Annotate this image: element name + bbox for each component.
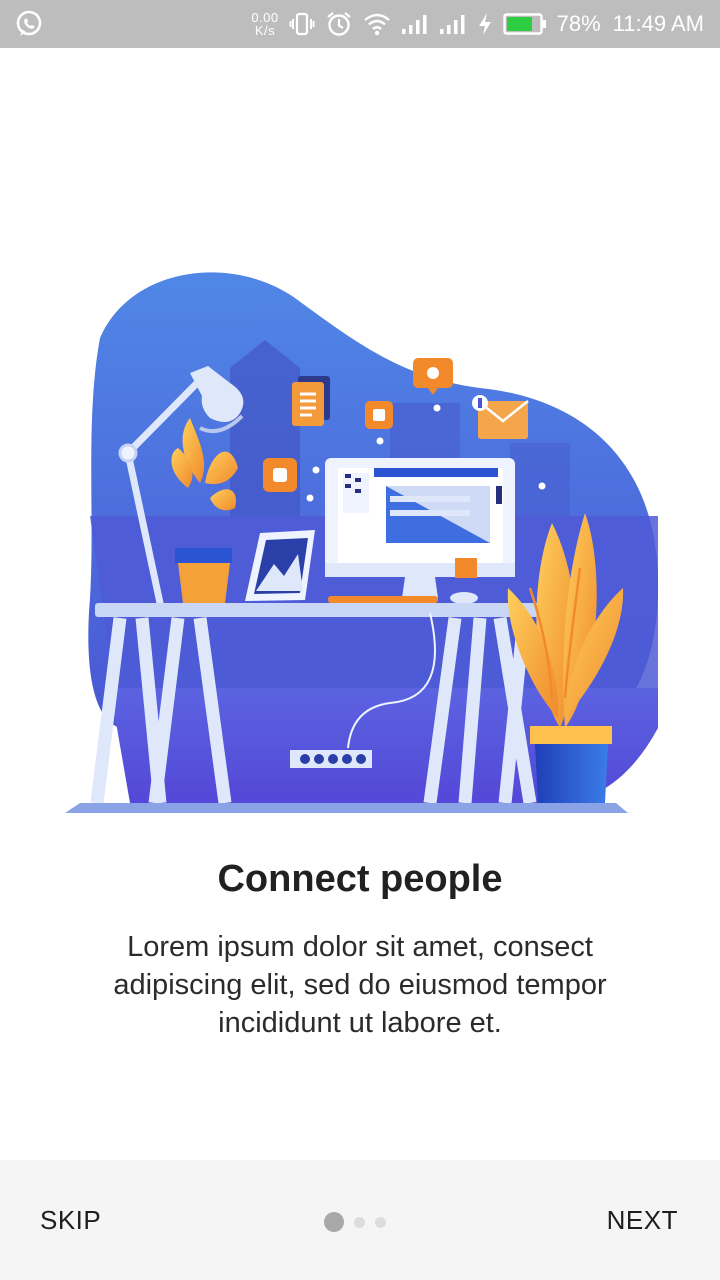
network-speed: 0.00 K/s: [251, 11, 278, 37]
whatsapp-icon: [14, 9, 44, 39]
status-bar: 0.00 K/s 78% 11:49 AM: [0, 0, 720, 48]
floor-line: [65, 803, 628, 813]
onboarding-navigation: SKIP NEXT: [0, 1160, 720, 1280]
wifi-icon: [363, 11, 391, 37]
page-indicator: [324, 1212, 386, 1232]
charging-icon: [477, 12, 493, 36]
status-bar-right: 0.00 K/s 78% 11:49 AM: [251, 10, 704, 38]
signal-icon: [439, 12, 467, 36]
keyboard: [328, 596, 438, 603]
square-badge-icon: [365, 401, 393, 429]
status-bar-left: [14, 9, 44, 39]
computer-monitor: [325, 458, 515, 598]
network-speed-unit: K/s: [254, 23, 276, 38]
battery-icon: [502, 12, 547, 36]
battery-level-fill: [506, 17, 532, 31]
battery-percent: 78%: [556, 11, 601, 36]
alarm-icon: [325, 10, 353, 38]
signal-icon: [401, 12, 429, 36]
document-icon: [292, 376, 330, 426]
workspace-illustration: [60, 258, 660, 818]
square-badge-icon: [263, 458, 297, 492]
slide-title: Connect people: [217, 858, 503, 900]
mail-icon: [472, 395, 529, 439]
page-dot: [354, 1216, 365, 1228]
slide-description: Lorem ipsum dolor sit amet, consect adip…: [113, 931, 607, 1039]
vibrate-icon: [289, 11, 315, 37]
mouse: [450, 592, 478, 604]
status-clock: 11:49 AM: [612, 11, 704, 36]
next-button[interactable]: NEXT: [607, 1205, 678, 1236]
skip-button[interactable]: SKIP: [40, 1205, 101, 1236]
page-dot: [375, 1216, 386, 1228]
page-dot-active: [324, 1212, 344, 1232]
